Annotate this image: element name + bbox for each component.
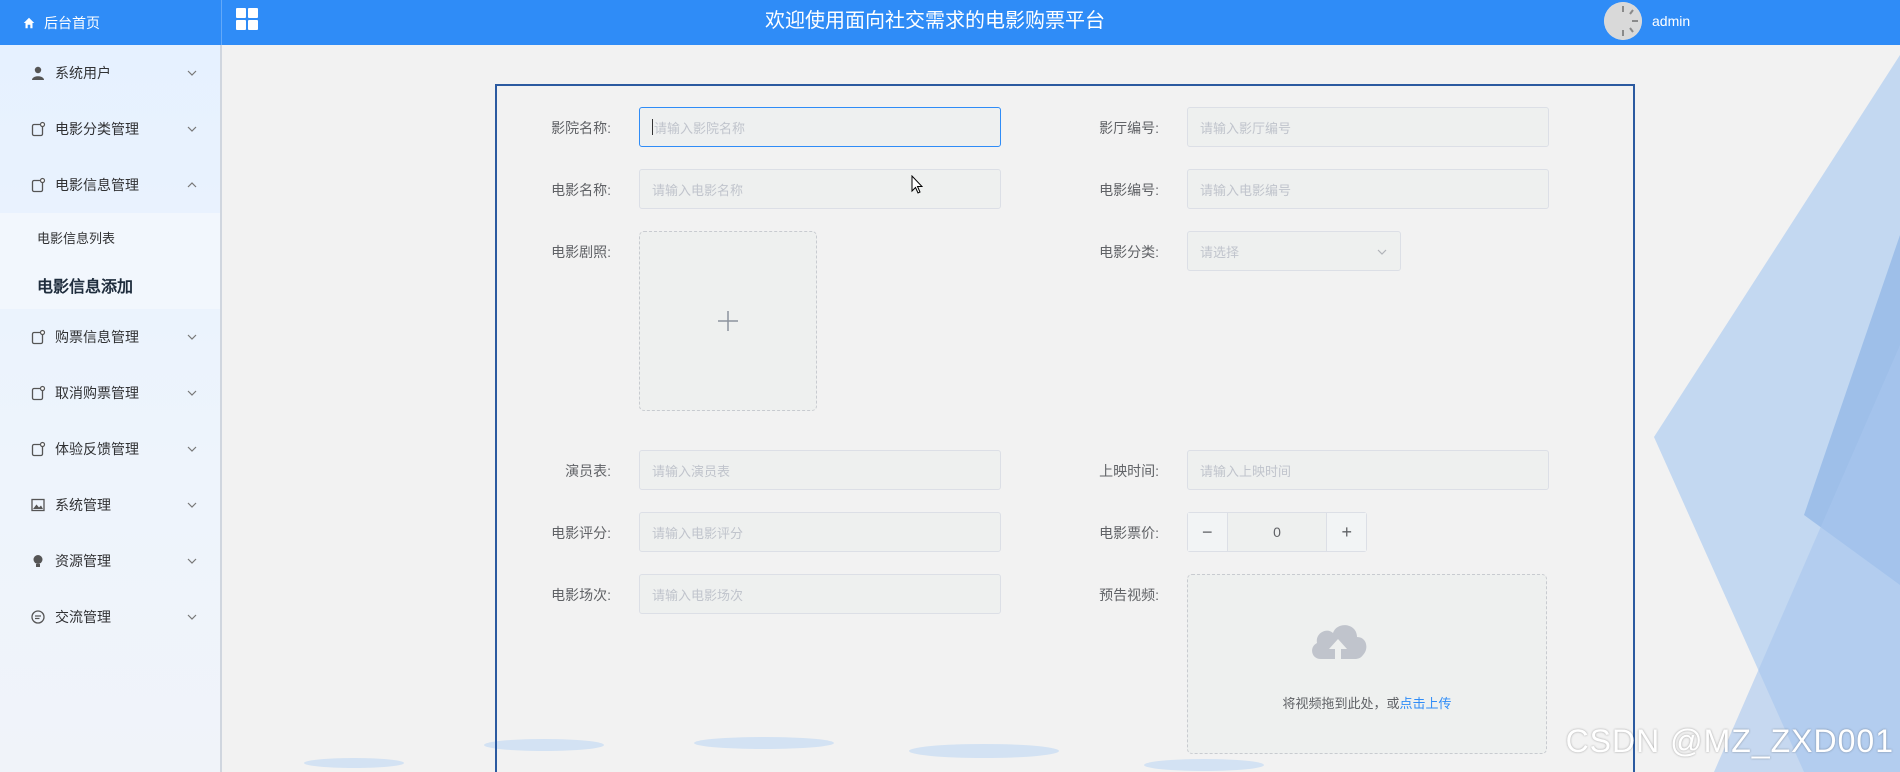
movie-no-label: 电影编号: — [1099, 182, 1159, 198]
price-value[interactable]: 0 — [1228, 513, 1327, 551]
submenu-movie-info: 电影信息列表 电影信息添加 — [0, 213, 220, 309]
chevron-down-icon — [187, 614, 197, 620]
release-time-input[interactable]: 请输入上映时间 — [1187, 450, 1549, 490]
main-content: 影院名称: 请输入影院名称 影厅编号: 请输入影厅编号 电影名称: 请输入电影名… — [224, 45, 1900, 772]
sidebar-item-cancel-ticket[interactable]: 取消购票管理 — [0, 365, 220, 421]
price-stepper[interactable]: − 0 + — [1187, 512, 1367, 552]
sidebar-subitem-movie-list[interactable]: 电影信息列表 — [0, 213, 220, 261]
poster-upload[interactable] — [639, 231, 817, 411]
chevron-down-icon — [187, 502, 197, 508]
doc-icon — [31, 441, 46, 457]
sidebar-subitem-movie-add[interactable]: 电影信息添加 — [0, 261, 220, 309]
movie-add-form: 影院名称: 请输入影院名称 影厅编号: 请输入影厅编号 电影名称: 请输入电影名… — [495, 84, 1635, 772]
chevron-down-icon — [187, 390, 197, 396]
chevron-down-icon — [187, 70, 197, 76]
watermark: CSDN @MZ_ZXD001 — [1565, 723, 1894, 759]
mouse-cursor-icon — [911, 175, 923, 194]
decrement-button[interactable]: − — [1188, 513, 1228, 551]
rating-input[interactable]: 请输入电影评分 — [639, 512, 1001, 552]
cast-input[interactable]: 请输入演员表 — [639, 450, 1001, 490]
sidebar-item-ticket-info[interactable]: 购票信息管理 — [0, 309, 220, 365]
sidebar-item-system-users[interactable]: 系统用户 — [0, 45, 220, 101]
trailer-label: 预告视频: — [1099, 587, 1159, 603]
price-label: 电影票价: — [1099, 525, 1159, 541]
sidebar-item-feedback[interactable]: 体验反馈管理 — [0, 421, 220, 477]
sidebar-item-resource-manage[interactable]: 资源管理 — [0, 533, 220, 589]
sidebar-item-label: 取消购票管理 — [55, 385, 139, 401]
plus-icon — [718, 311, 738, 331]
chevron-down-icon — [187, 558, 197, 564]
chevron-down-icon — [187, 126, 197, 132]
poster-label: 电影剧照: — [551, 244, 611, 260]
category-select[interactable]: 请选择 — [1187, 231, 1401, 271]
doc-icon — [31, 385, 46, 401]
doc-icon — [31, 329, 46, 345]
sidebar-item-movie-category[interactable]: 电影分类管理 — [0, 101, 220, 157]
movie-name-label: 电影名称: — [551, 182, 611, 198]
cinema-name-label: 影院名称: — [551, 120, 611, 136]
cast-label: 演员表: — [565, 463, 611, 479]
sidebar-item-label: 购票信息管理 — [55, 329, 139, 345]
cinema-name-input[interactable]: 请输入影院名称 — [639, 107, 1001, 147]
sidebar-item-movie-info[interactable]: 电影信息管理 — [0, 157, 220, 213]
user-menu[interactable]: admin — [1604, 0, 1690, 42]
bulb-icon — [33, 555, 43, 567]
sidebar-item-label: 资源管理 — [55, 553, 111, 569]
top-header: 后台首页 欢迎使用面向社交需求的电影购票平台 admin — [0, 0, 1900, 45]
sidebar-item-system-manage[interactable]: 系统管理 — [0, 477, 220, 533]
sidebar-item-label: 系统管理 — [55, 497, 111, 513]
username: admin — [1652, 13, 1691, 29]
hall-no-input[interactable]: 请输入影厅编号 — [1187, 107, 1549, 147]
rating-label: 电影评分: — [551, 525, 611, 541]
showing-input[interactable]: 请输入电影场次 — [639, 574, 1001, 614]
movie-name-input[interactable]: 请输入电影名称 — [639, 169, 1001, 209]
user-icon — [32, 66, 44, 80]
increment-button[interactable]: + — [1326, 513, 1366, 551]
chevron-up-icon — [187, 182, 197, 188]
chevron-down-icon — [187, 334, 197, 340]
doc-icon — [31, 177, 46, 193]
showing-label: 电影场次: — [551, 587, 611, 603]
chevron-down-icon — [187, 446, 197, 452]
image-icon — [31, 498, 45, 512]
release-time-label: 上映时间: — [1099, 463, 1159, 479]
sidebar-item-label: 交流管理 — [55, 609, 111, 625]
doc-icon — [31, 121, 46, 137]
sidebar-item-chat-manage[interactable]: 交流管理 — [0, 589, 220, 645]
sidebar-item-label: 体验反馈管理 — [55, 441, 139, 457]
avatar — [1604, 2, 1642, 40]
sidebar: 系统用户 电影分类管理 电影信息管理 电影信息列表 电影信息添加 购票信息管理 … — [0, 45, 222, 772]
click-upload-link[interactable]: 点击上传 — [1400, 696, 1452, 711]
sidebar-item-label: 电影信息管理 — [55, 177, 139, 193]
hall-no-label: 影厅编号: — [1099, 120, 1159, 136]
chevron-down-icon — [1377, 249, 1387, 255]
movie-no-input[interactable]: 请输入电影编号 — [1187, 169, 1549, 209]
trailer-upload-dropzone[interactable]: 将视频拖到此处，或点击上传 — [1187, 574, 1547, 754]
upload-hint: 将视频拖到此处，或点击上传 — [1282, 696, 1452, 711]
sidebar-item-label: 系统用户 — [55, 65, 111, 81]
category-label: 电影分类: — [1099, 244, 1159, 260]
cloud-upload-icon — [1312, 625, 1367, 659]
sidebar-item-label: 电影分类管理 — [55, 121, 139, 137]
chat-icon — [31, 610, 45, 624]
